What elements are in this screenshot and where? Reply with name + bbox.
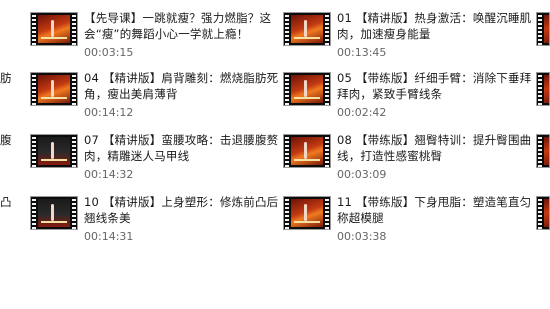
video-title[interactable]: 07 【精讲版】蛮腰攻略：击退腰腹赘肉，精雕迷人马甲线 [84,132,280,164]
video-thumbnail-partial[interactable] [536,134,550,168]
partial-title-left: 凸 [0,195,12,209]
video-thumbnail-partial[interactable] [536,72,550,106]
video-duration: 00:14:32 [84,168,134,181]
video-thumbnail[interactable] [30,196,78,230]
video-title[interactable]: 05 【带练版】纤细手臂：消除下垂拜拜肉，紧致手臂线条 [337,70,533,102]
video-duration: 00:03:38 [337,230,387,243]
video-thumbnail-partial[interactable] [536,196,550,230]
video-duration: 00:03:15 [84,46,134,59]
partial-title-left: 腹 [0,133,12,147]
video-title[interactable]: 【先导课】一跳就瘦？强力燃脂？这会“瘦”的舞蹈小心一学就上瘾！ [84,10,280,42]
video-item[interactable]: 07 【精讲版】蛮腰攻略：击退腰腹赘肉，精雕迷人马甲线 00:14:32 [30,132,280,188]
video-thumbnail[interactable] [30,72,78,106]
video-duration: 00:14:12 [84,106,134,119]
video-thumbnail[interactable] [283,72,331,106]
video-title[interactable]: 04 【精讲版】肩背雕刻：燃烧脂肪死角，瘦出美肩薄背 [84,70,280,102]
video-item[interactable]: 05 【带练版】纤细手臂：消除下垂拜拜肉，紧致手臂线条 00:02:42 [283,70,533,126]
video-thumbnail-partial[interactable] [536,12,550,46]
partial-title-left: 肪 [0,71,12,85]
video-duration: 00:13:45 [337,46,387,59]
video-item[interactable]: 08 【带练版】翘臀特训：提升臀围曲线，打造性感蜜桃臀 00:03:09 [283,132,533,188]
video-item[interactable]: 10 【精讲版】上身塑形：修炼前凸后翘线条美 00:14:31 [30,194,280,250]
video-title[interactable]: 10 【精讲版】上身塑形：修炼前凸后翘线条美 [84,194,280,226]
video-duration: 00:03:09 [337,168,387,181]
video-title[interactable]: 11 【带练版】下身甩脂：塑造笔直匀称超模腿 [337,194,533,226]
video-item[interactable]: 04 【精讲版】肩背雕刻：燃烧脂肪死角，瘦出美肩薄背 00:14:12 [30,70,280,126]
video-duration: 00:02:42 [337,106,387,119]
video-thumbnail[interactable] [30,134,78,168]
video-title[interactable]: 01 【精讲版】热身激活：唤醒沉睡肌肉，加速瘦身能量 [337,10,533,42]
video-item[interactable]: 11 【带练版】下身甩脂：塑造笔直匀称超模腿 00:03:38 [283,194,533,250]
video-item[interactable]: 01 【精讲版】热身激活：唤醒沉睡肌肉，加速瘦身能量 00:13:45 [283,10,533,66]
video-thumbnail[interactable] [283,196,331,230]
video-title[interactable]: 08 【带练版】翘臀特训：提升臀围曲线，打造性感蜜桃臀 [337,132,533,164]
video-thumbnail[interactable] [283,12,331,46]
video-duration: 00:14:31 [84,230,134,243]
video-thumbnail[interactable] [30,12,78,46]
video-item[interactable]: 【先导课】一跳就瘦？强力燃脂？这会“瘦”的舞蹈小心一学就上瘾！ 00:03:15 [30,10,280,66]
video-thumbnail[interactable] [283,134,331,168]
